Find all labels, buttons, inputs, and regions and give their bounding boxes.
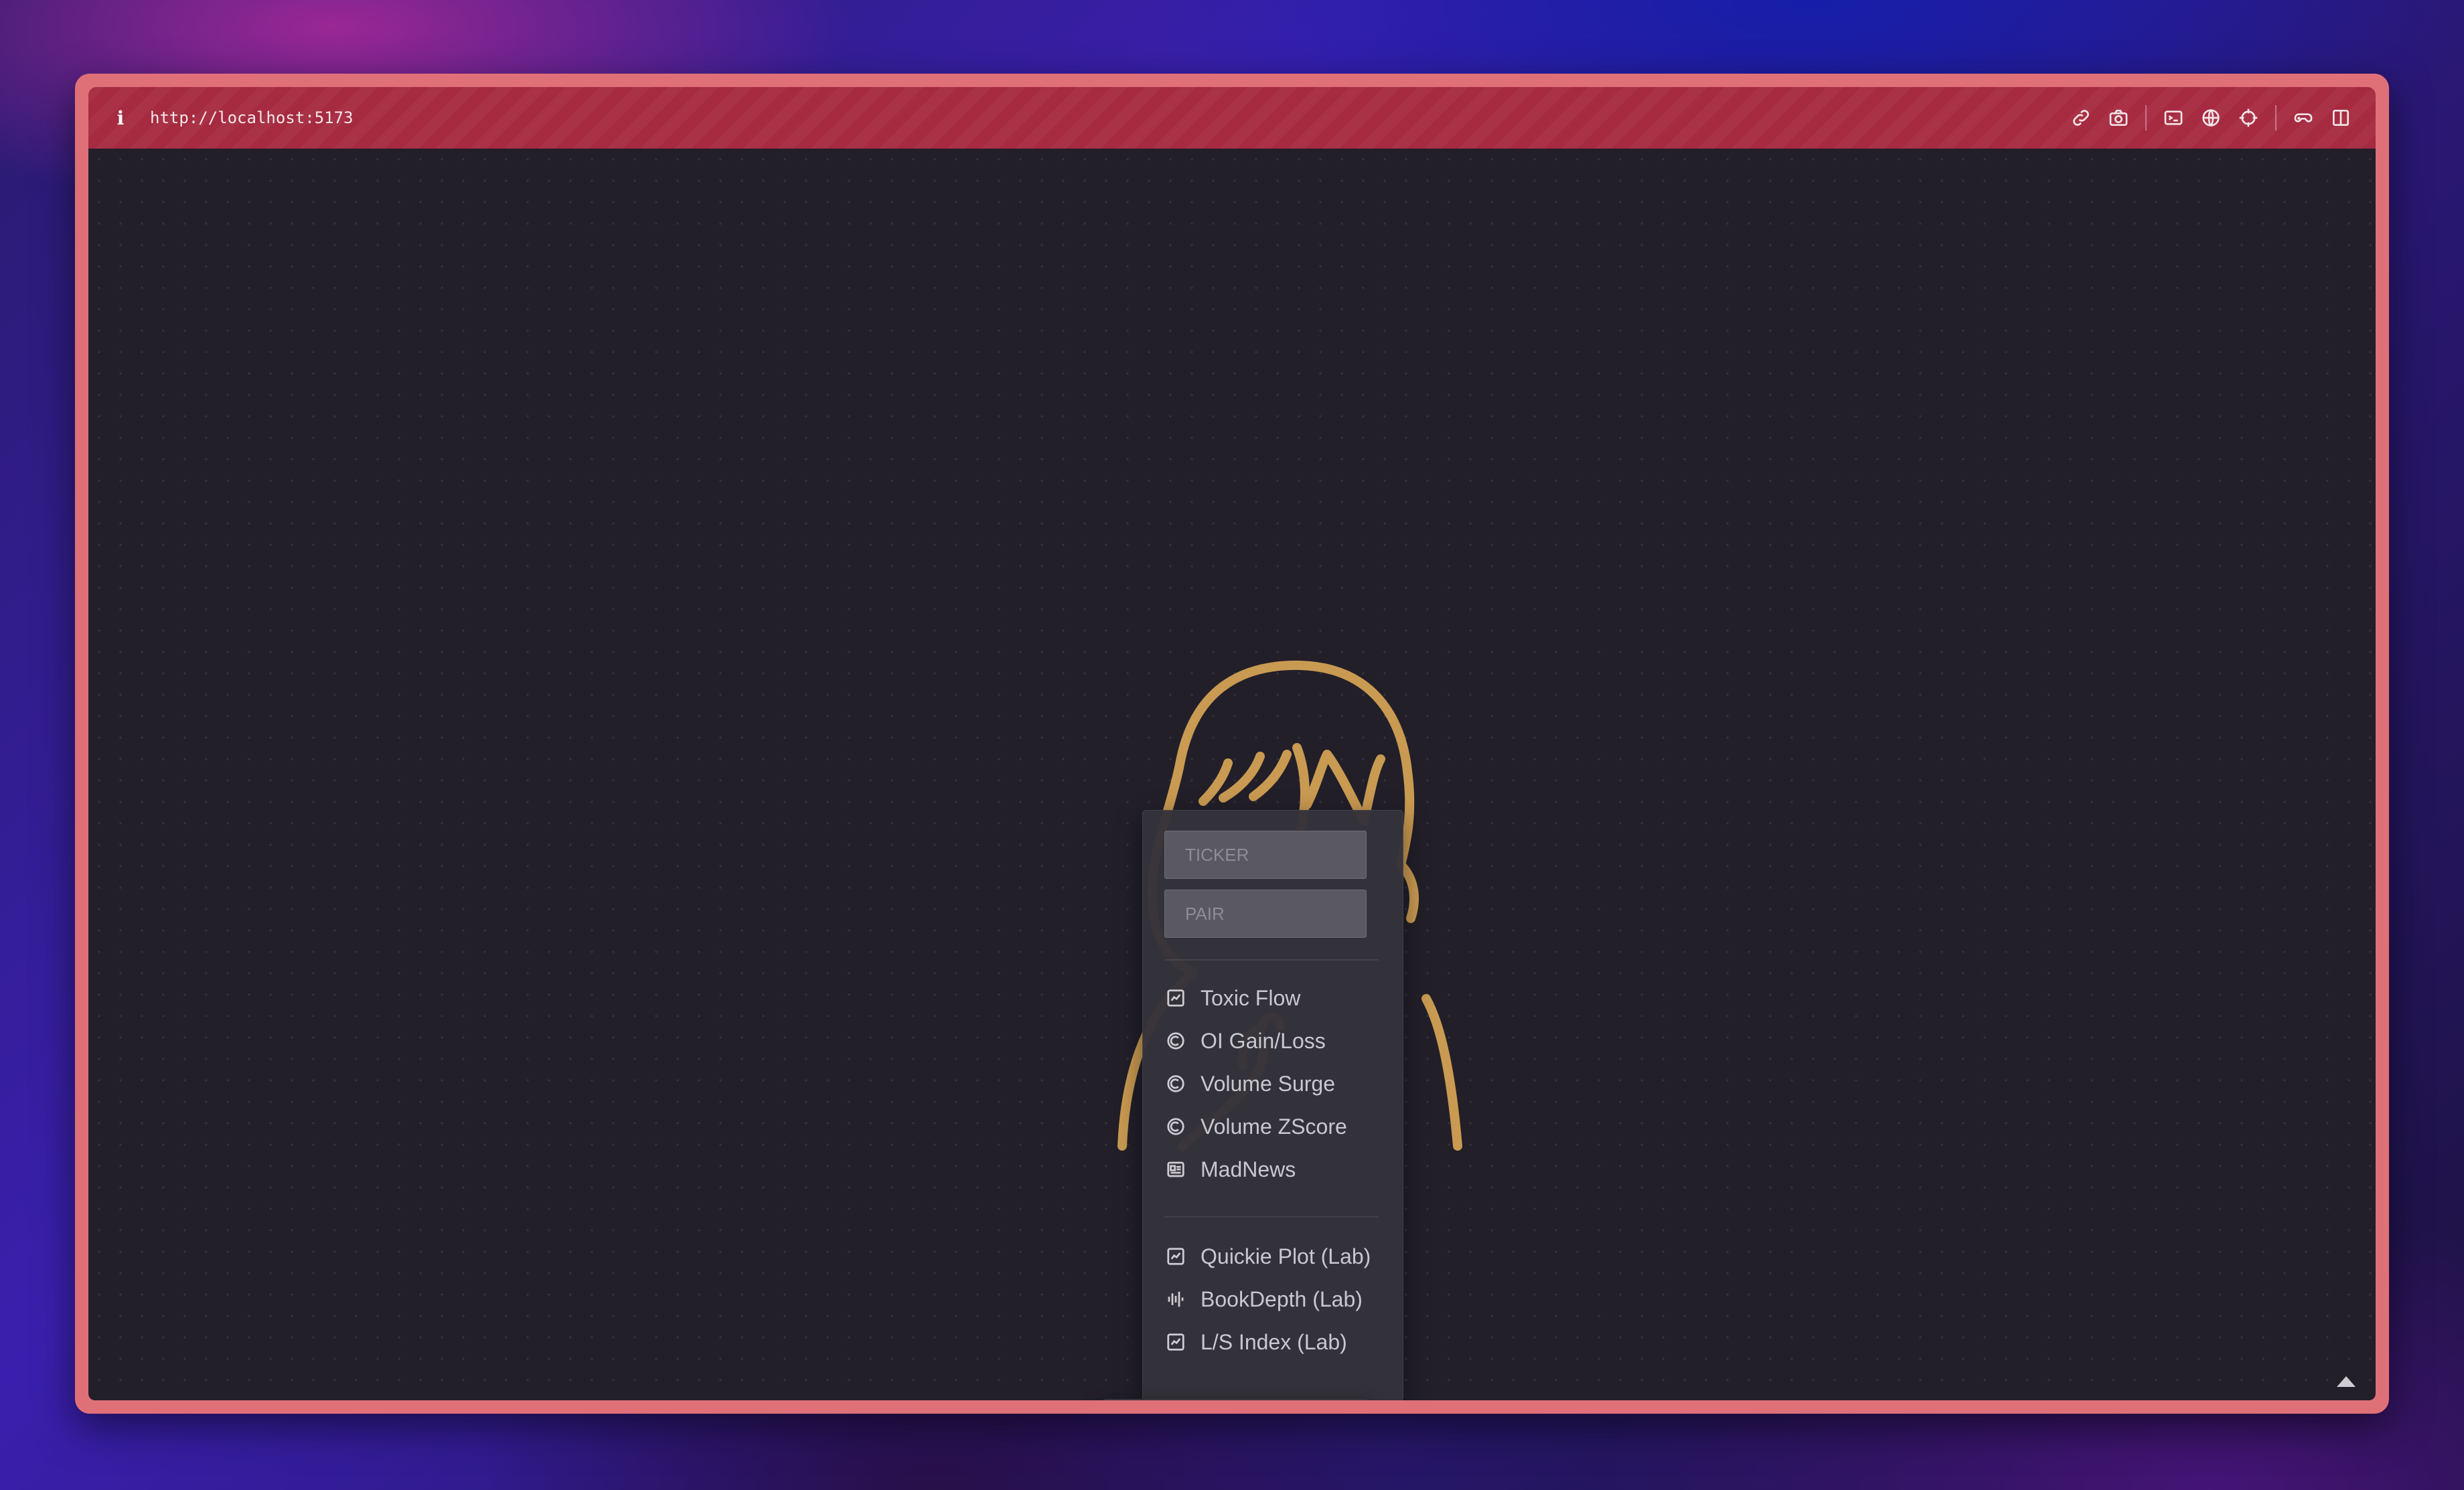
menu-item-ls-index[interactable]: L/S Index (Lab) <box>1164 1325 1347 1359</box>
link-icon[interactable] <box>2062 99 2100 137</box>
menu-item-quickie-plot[interactable]: Quickie Plot (Lab) <box>1164 1239 1371 1274</box>
menu-item-label: Quickie Plot (Lab) <box>1201 1244 1371 1268</box>
info-icon[interactable]: i <box>107 104 134 131</box>
menu-item-volume-surge[interactable]: Volume Surge <box>1164 1066 1335 1101</box>
browser-titlebar: i http://localhost:5173 <box>88 87 2376 149</box>
menu-item-label: Volume ZScore <box>1201 1114 1347 1139</box>
menu-item-label: BookDepth (Lab) <box>1201 1287 1363 1311</box>
menu-item-bookdepth[interactable]: BookDepth (Lab) <box>1164 1282 1363 1317</box>
scroll-up-arrow-icon[interactable] <box>2337 1376 2356 1387</box>
menu-item-label: OI Gain/Loss <box>1201 1028 1326 1053</box>
canvas-area[interactable]: Toxic Flow OI Gain/Loss Volume Surge Vol… <box>88 149 2376 1400</box>
gauge-icon <box>1164 1115 1187 1138</box>
titlebar-toolbar <box>2062 87 2360 149</box>
terminal-icon[interactable] <box>2155 99 2192 137</box>
menu-item-oi-gain-loss[interactable]: OI Gain/Loss <box>1164 1023 1326 1058</box>
split-view-icon[interactable] <box>2322 99 2360 137</box>
menu-item-toxic-flow[interactable]: Toxic Flow <box>1164 981 1300 1015</box>
globe-icon[interactable] <box>2192 99 2230 137</box>
chart-icon <box>1164 1331 1187 1353</box>
chart-icon <box>1164 987 1187 1009</box>
chart-icon <box>1164 1245 1187 1268</box>
ticker-input[interactable] <box>1164 831 1367 879</box>
gauge-icon <box>1164 1072 1187 1095</box>
menu-item-label: Toxic Flow <box>1201 985 1301 1010</box>
browser-window: i http://localhost:5173 TICKER PAIR Toxi… <box>75 74 2389 1414</box>
news-icon <box>1164 1158 1187 1181</box>
menu-item-label: MadNews <box>1201 1157 1296 1181</box>
widget-menu: Toxic Flow OI Gain/Loss Volume Surge Vol… <box>1142 810 1403 1400</box>
depth-icon <box>1164 1288 1187 1311</box>
bottom-dock <box>1097 1399 1374 1400</box>
pair-input[interactable] <box>1164 890 1367 938</box>
gamepad-icon[interactable] <box>2285 99 2322 137</box>
menu-item-volume-zscore[interactable]: Volume ZScore <box>1164 1109 1347 1144</box>
camera-icon[interactable] <box>2100 99 2137 137</box>
menu-divider <box>1164 1216 1379 1218</box>
toolbar-divider <box>2275 105 2277 131</box>
menu-item-label: Volume Surge <box>1201 1071 1336 1096</box>
menu-item-madnews[interactable]: MadNews <box>1164 1152 1296 1187</box>
url-text[interactable]: http://localhost:5173 <box>150 108 353 127</box>
toolbar-divider <box>2145 105 2147 131</box>
menu-divider <box>1164 959 1379 961</box>
crosshair-icon[interactable] <box>2230 99 2267 137</box>
gauge-icon <box>1164 1029 1187 1052</box>
menu-item-label: L/S Index (Lab) <box>1201 1329 1347 1354</box>
